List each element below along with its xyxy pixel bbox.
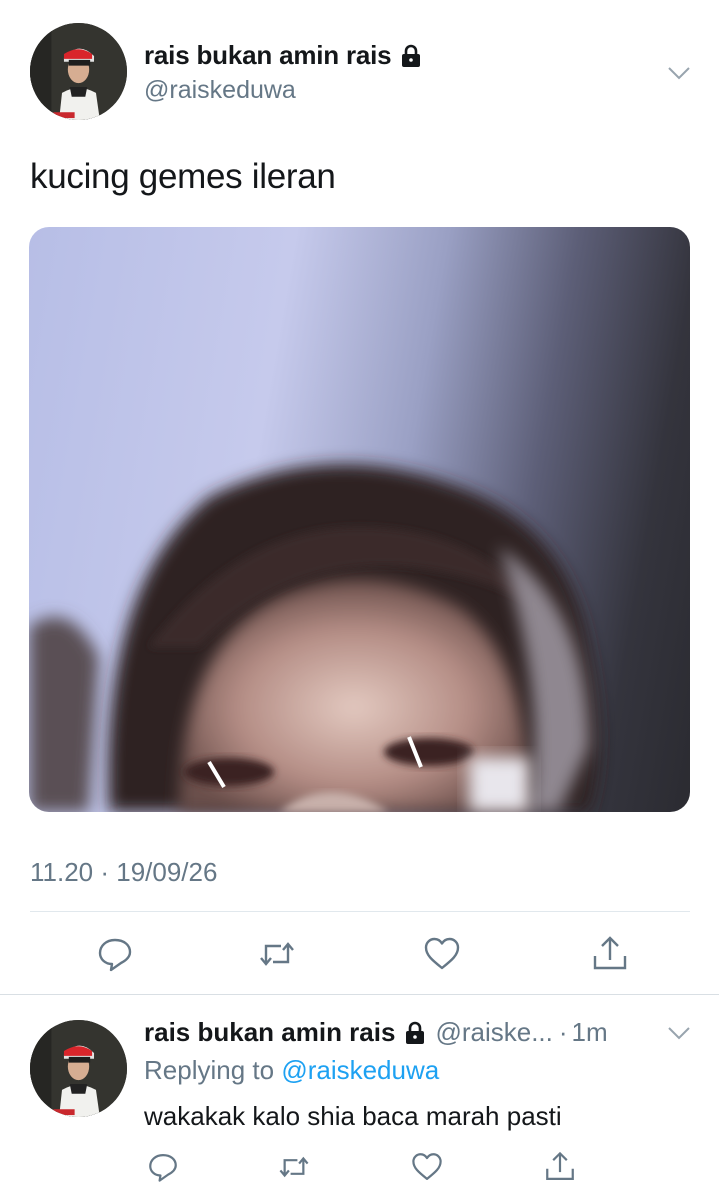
reply-time: 1m: [571, 1017, 608, 1047]
share-icon[interactable]: [543, 1150, 577, 1184]
share-icon[interactable]: [590, 934, 630, 974]
author-handle[interactable]: @raiskeduwa: [144, 76, 296, 105]
reply-icon[interactable]: [146, 1150, 180, 1184]
retweet-icon[interactable]: [277, 1150, 311, 1184]
reply-text: wakakak kalo shia baca marah pasti: [144, 1101, 562, 1131]
lock-icon: [399, 44, 423, 68]
tweet-timestamp: 11.20 · 19/09/26: [30, 857, 218, 887]
reply-header: rais bukan amin rais @raiske... · 1m: [144, 1017, 608, 1048]
separator-dot: ·: [558, 1017, 568, 1047]
reply-author-name[interactable]: rais bukan amin rais: [144, 1017, 395, 1048]
chevron-down-icon[interactable]: [667, 66, 691, 80]
author-name-row[interactable]: rais bukan amin rais: [144, 40, 423, 71]
lock-icon: [403, 1021, 427, 1045]
tweet-text: kucing gemes ileran: [30, 157, 336, 196]
replying-to-label: Replying to: [144, 1055, 275, 1085]
replying-to-line: Replying to @raiskeduwa: [144, 1055, 439, 1086]
section-divider: [0, 994, 719, 995]
author-name[interactable]: rais bukan amin rais: [144, 40, 392, 71]
reply-icon[interactable]: [95, 934, 135, 974]
divider: [30, 911, 690, 912]
replying-to-mention[interactable]: @raiskeduwa: [281, 1055, 439, 1085]
reply-author-avatar[interactable]: [30, 1020, 127, 1117]
author-avatar[interactable]: [30, 23, 127, 120]
chevron-down-icon[interactable]: [667, 1026, 691, 1040]
retweet-icon[interactable]: [257, 934, 297, 974]
heart-icon[interactable]: [422, 934, 462, 974]
heart-icon[interactable]: [410, 1150, 444, 1184]
reply-author-handle[interactable]: @raiske...: [435, 1017, 552, 1048]
tweet-photo[interactable]: [29, 227, 690, 812]
